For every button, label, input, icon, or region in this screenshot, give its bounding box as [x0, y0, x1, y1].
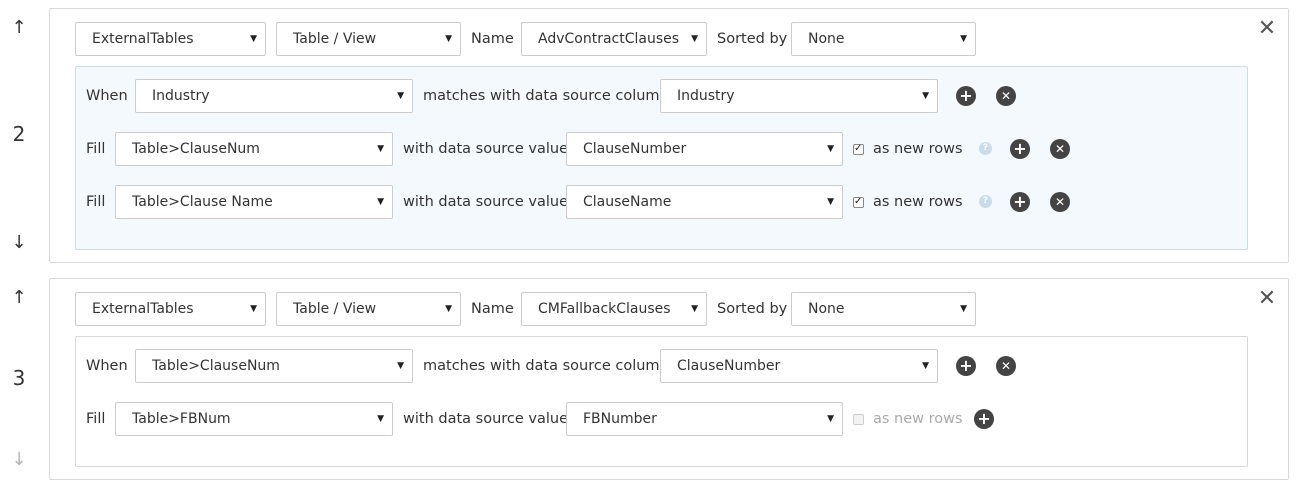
chevron-down-icon: ▼: [445, 34, 452, 44]
as-new-rows-label: as new rows: [873, 141, 963, 157]
rule-2: ↑ 2 ↓ ExternalTables ▼ Table / View ▼ Name…: [0, 0, 1309, 270]
remove-fill-x-circle-icon[interactable]: ✕: [1050, 192, 1070, 212]
chevron-down-icon: ▼: [250, 34, 257, 44]
name-label: Name: [471, 301, 514, 317]
add-condition-plus-circle-icon[interactable]: +: [956, 86, 976, 106]
with-value-label: with data source value: [403, 194, 569, 210]
fill-label: Fill: [86, 194, 106, 210]
chevron-down-icon: ▼: [827, 197, 834, 207]
rule-index: 3: [12, 366, 26, 390]
chevron-down-icon: ▼: [377, 197, 384, 207]
help-icon[interactable]: ?: [979, 195, 992, 208]
name-select[interactable]: AdvContractClauses ▼: [521, 22, 707, 56]
fill-value-select[interactable]: ClauseName ▼: [566, 185, 843, 219]
chevron-down-icon: ▼: [377, 144, 384, 154]
mapping-panel: When Industry ▼ matches with data source …: [75, 66, 1248, 250]
rule-controls: ↑ 2 ↓: [0, 0, 40, 270]
when-column-select[interactable]: Industry ▼: [660, 79, 938, 113]
chevron-down-icon: ▼: [691, 304, 698, 314]
sorted-by-select[interactable]: None ▼: [791, 22, 976, 56]
add-fill-plus-circle-icon[interactable]: +: [1010, 192, 1030, 212]
rule-3: ↑ 3 ↓ ExternalTables ▼ Table / View ▼ Name…: [0, 270, 1309, 489]
close-icon[interactable]: ✕: [1257, 18, 1277, 40]
rule-card: ExternalTables ▼ Table / View ▼ Name CMFal…: [49, 278, 1289, 480]
add-fill-plus-circle-icon[interactable]: +: [974, 409, 994, 429]
as-new-rows-label: as new rows: [873, 194, 963, 210]
rule-card: ExternalTables ▼ Table / View ▼ Name AdvCo…: [49, 8, 1289, 263]
object-type-select[interactable]: Table / View ▼: [276, 22, 461, 56]
when-column-select[interactable]: ClauseNumber ▼: [660, 349, 938, 383]
chevron-down-icon: ▼: [397, 91, 404, 101]
chevron-down-icon: ▼: [960, 34, 967, 44]
when-field-select[interactable]: Table>ClauseNum ▼: [135, 349, 413, 383]
remove-condition-x-circle-icon[interactable]: ✕: [996, 86, 1016, 106]
source-select[interactable]: ExternalTables ▼: [75, 292, 266, 326]
sorted-by-label: Sorted by: [717, 31, 788, 47]
remove-fill-x-circle-icon[interactable]: ✕: [1050, 139, 1070, 159]
chevron-down-icon: ▼: [250, 304, 257, 314]
as-new-rows-label: as new rows: [873, 411, 963, 427]
add-fill-plus-circle-icon[interactable]: +: [1010, 139, 1030, 159]
fill-value-select[interactable]: FBNumber ▼: [566, 402, 843, 436]
move-up-arrow-icon[interactable]: ↑: [9, 288, 29, 308]
with-value-label: with data source value: [403, 141, 569, 157]
move-up-arrow-icon[interactable]: ↑: [9, 18, 29, 38]
rule-controls: ↑ 3 ↓: [0, 270, 40, 489]
as-new-rows-checkbox[interactable]: [853, 142, 864, 156]
rule-index: 2: [12, 122, 26, 146]
chevron-down-icon: ▼: [960, 304, 967, 314]
chevron-down-icon: ▼: [827, 414, 834, 424]
add-condition-plus-circle-icon[interactable]: +: [956, 356, 976, 376]
fill-value-select[interactable]: ClauseNumber ▼: [566, 132, 843, 166]
chevron-down-icon: ▼: [827, 144, 834, 154]
chevron-down-icon: ▼: [922, 361, 929, 371]
close-icon[interactable]: ✕: [1257, 288, 1277, 310]
as-new-rows-checkbox: [853, 414, 864, 425]
fill-field-select[interactable]: Table>ClauseNum ▼: [115, 132, 393, 166]
fill-label: Fill: [86, 141, 106, 157]
mapping-panel: When Table>ClauseNum ▼ matches with data …: [75, 336, 1248, 467]
chevron-down-icon: ▼: [445, 304, 452, 314]
matches-label: matches with data source column: [423, 88, 669, 104]
help-icon[interactable]: ?: [979, 142, 992, 155]
with-value-label: with data source value: [403, 411, 569, 427]
chevron-down-icon: ▼: [691, 34, 698, 44]
sorted-by-label: Sorted by: [717, 301, 788, 317]
fill-label: Fill: [86, 411, 106, 427]
move-down-arrow-icon[interactable]: ↓: [9, 233, 29, 253]
remove-condition-x-circle-icon[interactable]: ✕: [996, 356, 1016, 376]
name-select[interactable]: CMFallbackClauses ▼: [521, 292, 707, 326]
matches-label: matches with data source column: [423, 358, 669, 374]
as-new-rows-checkbox[interactable]: [853, 195, 864, 209]
chevron-down-icon: ▼: [377, 414, 384, 424]
move-down-arrow-icon: ↓: [11, 449, 27, 470]
when-field-select[interactable]: Industry ▼: [135, 79, 413, 113]
source-select[interactable]: ExternalTables ▼: [75, 22, 266, 56]
fill-field-select[interactable]: Table>Clause Name ▼: [115, 185, 393, 219]
chevron-down-icon: ▼: [397, 361, 404, 371]
chevron-down-icon: ▼: [922, 91, 929, 101]
when-label: When: [86, 358, 128, 374]
name-label: Name: [471, 31, 514, 47]
fill-field-select[interactable]: Table>FBNum ▼: [115, 402, 393, 436]
sorted-by-select[interactable]: None ▼: [791, 292, 976, 326]
when-label: When: [86, 88, 128, 104]
object-type-select[interactable]: Table / View ▼: [276, 292, 461, 326]
